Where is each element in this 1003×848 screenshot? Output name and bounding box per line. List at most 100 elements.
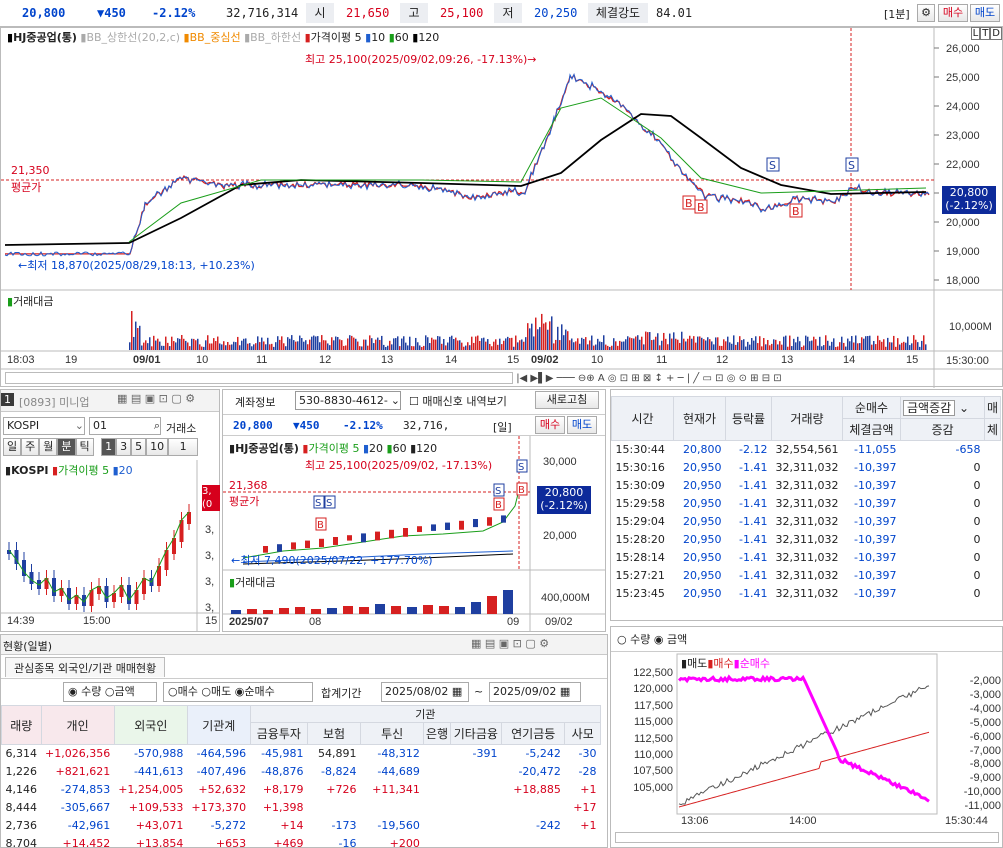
- volume-bar: [695, 342, 697, 350]
- mini-chart-svg[interactable]: [1, 460, 219, 632]
- flow-right-tick: -3,000: [969, 688, 1001, 701]
- high-label: 고: [400, 3, 428, 23]
- flow-scrollbar[interactable]: [615, 832, 999, 843]
- volume-bar: [905, 342, 907, 350]
- mini-index-select[interactable]: KOSPI ⌄: [3, 417, 85, 435]
- volume-bar: [157, 338, 159, 350]
- volume-bar: [531, 323, 533, 350]
- volume-bar: [323, 340, 325, 350]
- volume-bar: [689, 335, 691, 350]
- volume-bar: [515, 335, 517, 350]
- volume-bar: [767, 339, 769, 350]
- volume-bar: [445, 345, 447, 350]
- refresh-button[interactable]: 새로고침: [535, 391, 599, 409]
- volume-bar: [773, 339, 775, 350]
- mini-index-code[interactable]: 01 ⌕: [89, 417, 161, 435]
- mini-tag: 1: [1, 393, 14, 406]
- investor-icons[interactable]: ▦ ▤ ▣ ⊡ ▢ ⚙: [471, 637, 549, 650]
- volume-bar: [813, 336, 815, 350]
- volume-bar: [299, 335, 301, 350]
- volume-bar: [899, 344, 901, 350]
- order-buy-button[interactable]: 매수: [535, 416, 565, 434]
- volume-bar: [691, 338, 693, 350]
- col-select[interactable]: 금액증감 ⌄: [899, 396, 986, 419]
- volume-bar: [451, 335, 453, 350]
- sell-button[interactable]: 매도: [970, 4, 1000, 22]
- volume-bar: [837, 346, 839, 350]
- order-sell-label: S: [495, 486, 501, 497]
- volume-bar: [911, 343, 913, 350]
- flow-left-tick: 120,000: [633, 683, 673, 696]
- volume-bar: [783, 336, 785, 350]
- volume-bar: [719, 345, 721, 350]
- volume-bar: [139, 325, 141, 350]
- period-label[interactable]: [1분]: [884, 6, 910, 22]
- volume-bar: [709, 339, 711, 350]
- volume-bar: [637, 335, 639, 350]
- volume-bar: [235, 342, 237, 350]
- volume-bar: [755, 336, 757, 350]
- volume-bar: [891, 342, 893, 350]
- strength-label: 체결강도: [588, 3, 648, 23]
- order-sell-button[interactable]: 매도: [567, 416, 597, 434]
- volume-bar: [645, 331, 647, 350]
- volume-bar: [803, 345, 805, 350]
- volume-bar: [881, 341, 883, 350]
- x-tick: 11: [256, 354, 268, 366]
- volume-bar: [735, 344, 737, 350]
- volume-bar: [169, 346, 171, 350]
- date-from[interactable]: 2025/08/02 ▦: [381, 682, 469, 702]
- volume-bar: [267, 337, 269, 350]
- tag-price: 20,800: [949, 186, 989, 199]
- volume-bar: [665, 338, 667, 350]
- volume-bar: [435, 339, 437, 350]
- volume-bar: [791, 346, 793, 350]
- order-x-1: 08: [309, 616, 322, 628]
- volume-bar: [811, 340, 813, 350]
- order-buy-label: B: [518, 485, 525, 496]
- volume-bar: [503, 340, 505, 350]
- main-chart-svg[interactable]: 26,00025,00024,00023,00022,00021,00020,0…: [1, 28, 1002, 388]
- volume-bar: [769, 345, 771, 350]
- volume-bar: [793, 338, 795, 350]
- volume-bar: [459, 340, 461, 350]
- flow-right-tick: -6,000: [969, 730, 1001, 743]
- order-candle: [333, 537, 338, 545]
- flow-left-tick: 107,500: [633, 765, 673, 778]
- volume-bar: [561, 324, 563, 350]
- volume-bar: [825, 335, 827, 350]
- investor-unit-radios[interactable]: ◉ 수량 ○금액: [63, 682, 157, 702]
- volume-bar: [281, 336, 283, 350]
- volume-bar: [823, 345, 825, 350]
- mini-icons[interactable]: ▦ ▤ ▣ ⊡ ▢ ⚙: [117, 392, 195, 405]
- volume-bar: [545, 322, 547, 350]
- order-candle: [487, 517, 492, 526]
- investor-tab[interactable]: 관심종목 외국인/기관 매매현황: [5, 657, 166, 677]
- chart-toolbar[interactable]: |◀ ▶▌▶ ─── ⊖⊕ A ◎ ⊡ ⊞ ⊠ ↕ + ─ | ╱ ▭ ⊡ ◎ …: [5, 372, 997, 386]
- price-line-low: [4, 73, 930, 257]
- volume-bar: [617, 345, 619, 350]
- date-to[interactable]: 2025/09/02 ▦: [489, 682, 581, 702]
- open-label: 시: [306, 3, 334, 23]
- volume-label: ▮거래대금: [7, 295, 54, 308]
- volume-bar: [339, 339, 341, 350]
- investor-type-radios[interactable]: ○매수 ○매도 ◉순매수: [163, 682, 313, 702]
- volume-bar: [771, 343, 773, 350]
- buy-button[interactable]: 매수: [938, 4, 968, 22]
- mini-period-tabs[interactable]: 일주월분틱 1 3 5 10 1: [3, 438, 199, 456]
- volume-bar: [615, 341, 617, 350]
- volume-bar: [443, 339, 445, 350]
- y-tick-label: 22,000: [946, 159, 980, 171]
- settings-gear-icon[interactable]: ⚙: [917, 4, 935, 22]
- volume-bar: [409, 336, 411, 350]
- order-ytick-0: 30,000: [543, 456, 577, 468]
- volume-bar: [363, 339, 365, 350]
- volume-bar: [565, 329, 567, 350]
- volume-bar: [753, 340, 755, 350]
- volume-bar: [741, 340, 743, 350]
- account-select[interactable]: 530-8830-4612- ⌄: [295, 391, 401, 410]
- flow-right-axis: -2,000 -3,000 -4,000 -5,000 -6,000 -7,000 -8,0…: [943, 675, 1001, 814]
- signal-checkbox[interactable]: ☐ 매매신호 내역보기: [409, 393, 507, 409]
- volume-bar: [499, 338, 501, 350]
- volume-bar: [889, 342, 891, 350]
